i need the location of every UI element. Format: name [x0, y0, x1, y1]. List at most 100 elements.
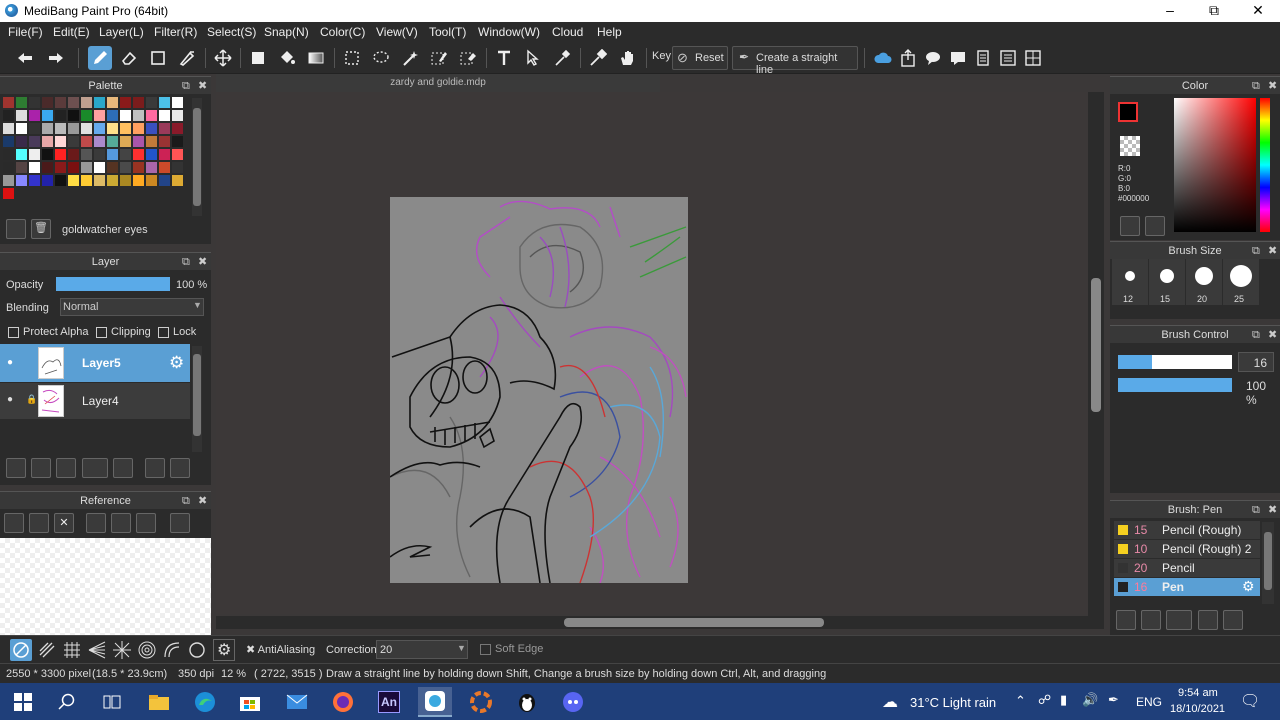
firefox-icon[interactable]	[326, 687, 360, 717]
palette-swatch[interactable]	[29, 97, 40, 108]
gradient-icon[interactable]	[304, 46, 328, 70]
document-icon[interactable]	[971, 46, 995, 70]
brush-list-item[interactable]: 16 Pen ⚙	[1114, 578, 1260, 596]
brush-size-input[interactable]: 16	[1238, 352, 1274, 372]
palette-swatch[interactable]	[81, 97, 92, 108]
close-panel-icon[interactable]: ✖	[1268, 77, 1277, 95]
lasso-icon[interactable]	[369, 46, 393, 70]
protect-alpha-checkbox[interactable]: Protect Alpha	[8, 326, 88, 338]
close-icon[interactable]: ✕	[54, 513, 74, 533]
eye-icon[interactable]: ●	[7, 394, 13, 405]
palette-swatch[interactable]	[42, 123, 53, 134]
palette-scrollbar[interactable]	[192, 98, 202, 216]
canvas-area[interactable]	[216, 92, 1104, 629]
brush-size-slider[interactable]	[1118, 355, 1232, 369]
fit-icon[interactable]	[111, 513, 131, 533]
palette-swatch[interactable]	[42, 136, 53, 147]
new-1bit-layer-icon[interactable]	[56, 458, 76, 478]
parallel-snap-icon[interactable]	[36, 639, 58, 661]
menu-select[interactable]: Select(S)	[207, 25, 256, 39]
palette-swatch[interactable]	[42, 175, 53, 186]
layer-scrollbar[interactable]	[192, 346, 202, 452]
palette-swatch[interactable]	[55, 123, 66, 134]
color-sv-picker[interactable]	[1174, 98, 1256, 232]
brush-size-15[interactable]: 15	[1149, 259, 1185, 305]
shape-tool-icon[interactable]	[146, 46, 170, 70]
zoom-in-icon[interactable]	[86, 513, 106, 533]
language-indicator[interactable]: ENG	[1136, 695, 1162, 709]
fill-rect-icon[interactable]	[246, 46, 270, 70]
close-panel-icon[interactable]: ✖	[198, 253, 207, 271]
menu-filter[interactable]: Filter(R)	[154, 25, 197, 39]
close-panel-icon[interactable]: ✖	[1268, 326, 1277, 344]
palette-swatch[interactable]	[16, 136, 27, 147]
float-panel-icon[interactable]: ⧉	[1252, 242, 1260, 260]
palette-swatch[interactable]	[159, 123, 170, 134]
hue-slider[interactable]	[1260, 98, 1270, 232]
palette-swatch[interactable]	[146, 123, 157, 134]
color-wheel-icon[interactable]	[1120, 216, 1140, 236]
brush-list-item[interactable]: 15 Pencil (Rough)	[1114, 521, 1260, 539]
palette-swatch[interactable]	[159, 110, 170, 121]
correction-pen-icon[interactable]	[175, 46, 199, 70]
volume-icon[interactable]: 🔊	[1082, 692, 1098, 708]
close-panel-icon[interactable]: ✖	[1268, 501, 1277, 519]
palette-swatch[interactable]	[42, 97, 53, 108]
palette-swatch[interactable]	[159, 136, 170, 147]
palette-swatch[interactable]	[120, 110, 131, 121]
palette-swatch[interactable]	[133, 97, 144, 108]
close-panel-icon[interactable]: ✖	[198, 77, 207, 95]
meet-now-icon[interactable]: ☍	[1038, 692, 1051, 708]
merge-layer-icon[interactable]	[170, 458, 190, 478]
palette-swatch[interactable]	[3, 110, 14, 121]
menu-help[interactable]: Help	[597, 25, 622, 39]
palette-swatch[interactable]	[94, 123, 105, 134]
palette-swatch[interactable]	[81, 123, 92, 134]
correction-select[interactable]: 20 ▼	[376, 640, 468, 659]
list-icon[interactable]	[996, 46, 1020, 70]
palette-swatch[interactable]	[159, 175, 170, 186]
open-folder-icon[interactable]	[29, 513, 49, 533]
palette-swatch[interactable]	[29, 149, 40, 160]
palette-swatch[interactable]	[55, 136, 66, 147]
share-icon[interactable]	[896, 46, 920, 70]
pizza-app-icon[interactable]	[464, 687, 498, 717]
palette-swatch[interactable]	[159, 97, 170, 108]
menu-view[interactable]: View(V)	[376, 25, 418, 39]
palette-swatch[interactable]	[3, 175, 14, 186]
reference-canvas[interactable]	[0, 538, 211, 635]
menu-window[interactable]: Window(W)	[478, 25, 540, 39]
palette-swatch[interactable]	[81, 162, 92, 173]
clock-date[interactable]: 18/10/2021	[1170, 703, 1225, 715]
palette-swatch[interactable]	[107, 110, 118, 121]
palette-swatch[interactable]	[146, 149, 157, 160]
palette-swatch[interactable]	[16, 123, 27, 134]
document-tab[interactable]: zardy and goldie.mdp	[216, 74, 660, 92]
radial-snap-icon[interactable]	[111, 639, 133, 661]
palette-swatch[interactable]	[16, 110, 27, 121]
menu-file[interactable]: File(F)	[8, 25, 43, 39]
pen-tool-icon[interactable]	[88, 46, 112, 70]
layer-row-layer4[interactable]: ● 🔒 Layer4	[0, 383, 190, 419]
eraser-tool-icon[interactable]	[117, 46, 141, 70]
drawing-canvas[interactable]	[390, 197, 688, 583]
mail-icon[interactable]	[280, 687, 314, 717]
float-panel-icon[interactable]: ⧉	[182, 77, 190, 95]
float-panel-icon[interactable]: ⧉	[1252, 326, 1260, 344]
palette-swatch[interactable]	[107, 162, 118, 173]
hand-tool-icon[interactable]	[615, 46, 639, 70]
menu-cloud[interactable]: Cloud	[552, 25, 583, 39]
palette-swatch[interactable]	[133, 175, 144, 186]
speech-bubble-icon[interactable]	[921, 46, 945, 70]
penguin-app-icon[interactable]	[510, 687, 544, 717]
palette-swatches[interactable]	[3, 97, 187, 207]
search-icon[interactable]	[50, 687, 84, 717]
soft-edge-checkbox[interactable]: Soft Edge	[480, 643, 543, 655]
eye-icon[interactable]: ●	[7, 357, 13, 368]
brush-settings-icon[interactable]: ⚙	[1242, 578, 1255, 595]
palette-swatch[interactable]	[81, 136, 92, 147]
brush-size-12[interactable]: 12	[1112, 259, 1148, 305]
folder-icon[interactable]	[113, 458, 133, 478]
antialiasing-checkbox[interactable]: ✖ AntiAliasing	[246, 643, 315, 656]
palette-swatch[interactable]	[55, 175, 66, 186]
